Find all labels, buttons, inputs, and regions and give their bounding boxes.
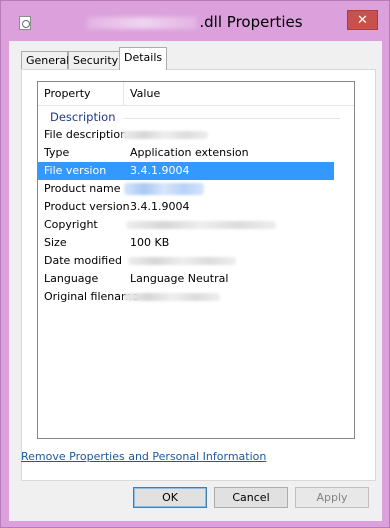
title-bar[interactable]: .dll Properties ✕: [1, 1, 389, 41]
list-header: Property Value: [38, 82, 354, 106]
property-label: File description: [44, 128, 128, 141]
property-value: Language Neutral: [130, 272, 229, 285]
property-value: 100 KB: [130, 236, 170, 249]
dialog-client-area: General Security Details Property Value …: [9, 41, 382, 521]
redacted-value: [124, 183, 204, 195]
detail-row[interactable]: Product name: [38, 180, 334, 198]
apply-button[interactable]: Apply: [295, 487, 369, 508]
close-icon: ✕: [357, 12, 368, 28]
property-label: Copyright: [44, 218, 98, 231]
details-list[interactable]: Property Value Description File descript…: [37, 81, 355, 439]
property-value: Application extension: [130, 146, 249, 159]
detail-row[interactable]: Type Application extension: [38, 144, 334, 162]
detail-row[interactable]: Product version 3.4.1.9004: [38, 198, 334, 216]
property-label: Product name: [44, 182, 121, 195]
close-button[interactable]: ✕: [347, 10, 378, 30]
property-value: 3.4.1.9004: [130, 200, 190, 213]
redacted-value: [128, 257, 236, 265]
property-label: File version: [44, 164, 107, 177]
redacted-value: [124, 293, 220, 301]
ok-button[interactable]: OK: [133, 487, 207, 508]
detail-row[interactable]: Date modified: [38, 252, 334, 270]
group-divider: [123, 118, 340, 119]
redacted-value: [126, 221, 276, 229]
column-header-value[interactable]: Value: [124, 82, 354, 105]
redacted-filename: [87, 16, 198, 29]
detail-row[interactable]: Copyright: [38, 216, 334, 234]
details-tab-panel: Property Value Description File descript…: [21, 69, 376, 481]
tab-details[interactable]: Details: [119, 47, 167, 70]
detail-row[interactable]: Language Language Neutral: [38, 270, 334, 288]
property-label: Size: [44, 236, 67, 249]
group-header-description[interactable]: Description: [50, 110, 116, 124]
properties-window: .dll Properties ✕ General Security Detai…: [0, 0, 390, 528]
redacted-value: [122, 131, 208, 139]
remove-properties-link[interactable]: Remove Properties and Personal Informati…: [21, 450, 266, 463]
window-title: .dll Properties: [1, 13, 389, 31]
tab-general[interactable]: General: [21, 51, 69, 69]
detail-row-selected[interactable]: File version 3.4.1.9004: [38, 162, 334, 180]
tab-security[interactable]: Security: [68, 51, 120, 69]
detail-row[interactable]: File description: [38, 126, 334, 144]
column-header-property[interactable]: Property: [38, 82, 124, 105]
cancel-button[interactable]: Cancel: [214, 487, 288, 508]
property-value: 3.4.1.9004: [130, 164, 190, 177]
property-label: Type: [44, 146, 70, 159]
detail-row[interactable]: Size 100 KB: [38, 234, 334, 252]
window-title-suffix: .dll Properties: [199, 13, 303, 31]
detail-row[interactable]: Original filename: [38, 288, 334, 306]
property-label: Product version: [44, 200, 130, 213]
property-label: Language: [44, 272, 99, 285]
property-label: Date modified: [44, 254, 122, 267]
